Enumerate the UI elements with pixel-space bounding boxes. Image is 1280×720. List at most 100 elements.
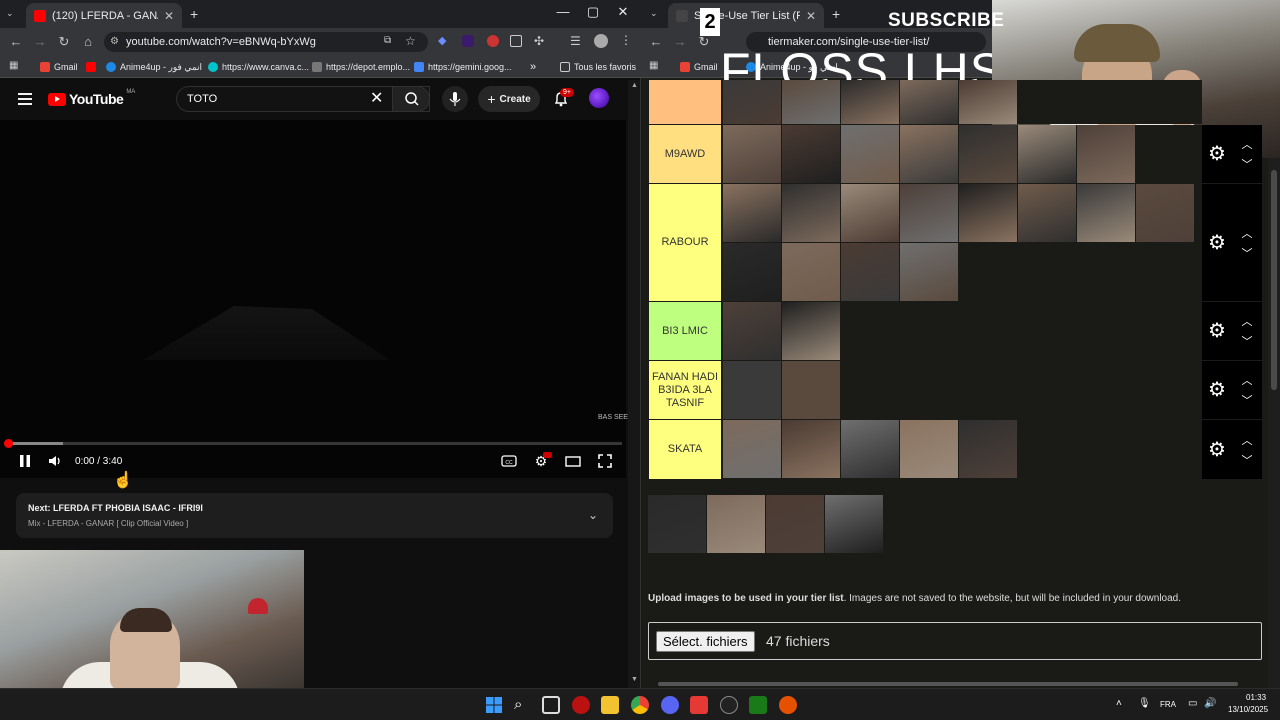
chevron-down-icon[interactable]: ⌄ [588, 508, 598, 522]
scrubber-knob[interactable] [4, 439, 13, 448]
bookmark-star-icon[interactable]: ☆ [405, 34, 416, 48]
left-active-tab[interactable]: (120) LFERDA - GANAR [ Clip O ✕ [26, 3, 182, 28]
theater-mode-icon[interactable] [564, 452, 582, 470]
move-up-chevron-icon[interactable]: ︿ [1239, 372, 1255, 388]
unranked-image[interactable] [766, 495, 824, 553]
cast-icon[interactable]: ⧉ [384, 35, 391, 46]
taskbar-app-4-icon[interactable] [779, 696, 797, 714]
tier-image[interactable] [1018, 184, 1076, 242]
volume-icon[interactable] [46, 452, 64, 470]
tier-image[interactable] [1136, 184, 1194, 242]
taskbar-app-1-icon[interactable] [572, 696, 590, 714]
speaker-icon[interactable]: 🔊 [1204, 698, 1216, 709]
search-button[interactable] [392, 86, 430, 112]
tier-image[interactable] [900, 80, 958, 124]
close-right-tab-icon[interactable]: ✕ [806, 9, 816, 23]
move-down-chevron-icon[interactable]: ﹀ [1239, 452, 1255, 468]
up-next-card[interactable] [16, 493, 613, 538]
reload-icon[interactable]: ↻ [56, 34, 72, 50]
left-address-bar[interactable]: ⚙ youtube.com/watch?v=eBNWq-bYxWg [104, 32, 428, 52]
tier-image[interactable] [900, 420, 958, 478]
tier-image[interactable] [1077, 184, 1135, 242]
tier-settings-gear-icon[interactable]: ⚙ [1205, 437, 1229, 462]
forward-icon[interactable]: → [32, 34, 48, 50]
pause-icon[interactable] [16, 452, 34, 470]
move-down-chevron-icon[interactable]: ﹀ [1239, 156, 1255, 172]
minimize-icon[interactable]: — [548, 4, 578, 19]
microphone-tray-icon[interactable]: 🎙 [1138, 698, 1151, 709]
tier-image[interactable] [723, 420, 781, 478]
move-up-chevron-icon[interactable]: ︿ [1239, 225, 1255, 241]
discord-icon[interactable] [661, 696, 679, 714]
tier-image[interactable] [782, 184, 840, 242]
tray-overflow-icon[interactable]: ˄ [1116, 698, 1122, 709]
tier-label[interactable]: M9AWD [649, 125, 721, 183]
bookmark-depot[interactable]: https://depot.emplo... [312, 60, 410, 74]
language-indicator[interactable]: FRA [1160, 700, 1176, 709]
unranked-image[interactable] [825, 495, 883, 553]
right-tab-search-icon[interactable]: ⌄ [650, 8, 658, 19]
obs-icon[interactable] [720, 696, 738, 714]
move-up-chevron-icon[interactable]: ︿ [1239, 432, 1255, 448]
home-icon[interactable]: ⌂ [80, 34, 96, 50]
tier-image[interactable] [723, 80, 781, 124]
tab-search-icon[interactable]: ⌄ [6, 8, 14, 19]
tier-settings-gear-icon[interactable]: ⚙ [1205, 318, 1229, 343]
tier-image[interactable] [841, 125, 899, 183]
extension-2-icon[interactable] [462, 35, 474, 47]
right-back-icon[interactable]: ← [648, 34, 664, 50]
tier-image[interactable] [723, 125, 781, 183]
tier-settings-gear-icon[interactable]: ⚙ [1205, 230, 1229, 255]
tier-label[interactable]: RABOUR [649, 184, 721, 301]
tier-image[interactable] [782, 125, 840, 183]
voice-search-button[interactable] [442, 86, 468, 112]
right-reload-icon[interactable]: ↻ [696, 34, 712, 50]
back-icon[interactable]: ← [8, 34, 24, 50]
tier-image[interactable] [723, 243, 781, 301]
account-avatar[interactable] [589, 88, 609, 108]
tier-label[interactable]: BI3 LMIC [649, 302, 721, 360]
taskbar-app-3-icon[interactable] [749, 696, 767, 714]
tier-label[interactable] [649, 80, 721, 124]
right-scrollbar[interactable] [1268, 80, 1280, 688]
tier-image[interactable] [782, 361, 840, 419]
tier-image[interactable] [782, 243, 840, 301]
profile-avatar[interactable] [594, 34, 608, 48]
tier-image[interactable] [1018, 125, 1076, 183]
right-horizontal-scrollbar[interactable] [648, 680, 1262, 688]
task-view-icon[interactable] [542, 696, 560, 714]
extensions-puzzle-icon[interactable]: ✣ [534, 34, 544, 48]
tier-label[interactable]: FANAN HADI B3IDA 3LA TASNIF [649, 361, 721, 419]
bookmark-gmail[interactable]: Gmail [40, 60, 78, 74]
tier-image[interactable] [959, 125, 1017, 183]
video-player[interactable] [0, 120, 626, 478]
bookmark-canva[interactable]: https://www.canva.c... [208, 60, 309, 74]
right-active-tab[interactable]: Single-Use Tier List (P ✕ [668, 3, 824, 28]
clear-search-icon[interactable]: ✕ [370, 91, 383, 107]
tier-settings-gear-icon[interactable]: ⚙ [1205, 141, 1229, 166]
move-down-chevron-icon[interactable]: ﹀ [1239, 245, 1255, 261]
apps-grid-icon[interactable]: ▦ [9, 60, 18, 71]
right-new-tab-icon[interactable]: + [832, 6, 840, 22]
video-progress-bar[interactable] [4, 439, 622, 448]
right-forward-icon[interactable]: → [672, 34, 688, 50]
site-info-icon[interactable]: ⚙ [110, 36, 122, 48]
tier-image[interactable] [959, 80, 1017, 124]
clock-time[interactable]: 01:33 [1246, 693, 1266, 702]
close-tab-icon[interactable]: ✕ [164, 9, 174, 23]
create-button[interactable]: + Create [478, 86, 540, 112]
extension-3-icon[interactable] [487, 35, 499, 47]
tier-image[interactable] [959, 184, 1017, 242]
hamburger-menu-icon[interactable] [18, 93, 32, 105]
new-tab-icon[interactable]: + [190, 6, 198, 22]
tier-image[interactable] [900, 243, 958, 301]
tier-image[interactable] [900, 184, 958, 242]
select-files-button[interactable]: Sélect. fichiers [656, 631, 755, 652]
network-icon[interactable]: ▭ [1188, 698, 1197, 709]
tier-settings-gear-icon[interactable]: ⚙ [1205, 377, 1229, 402]
tier-image[interactable] [841, 80, 899, 124]
all-bookmarks[interactable]: Tous les favoris [560, 60, 636, 74]
tier-image[interactable] [782, 80, 840, 124]
clock-date[interactable]: 13/10/2025 [1228, 705, 1268, 714]
move-up-chevron-icon[interactable]: ︿ [1239, 136, 1255, 152]
